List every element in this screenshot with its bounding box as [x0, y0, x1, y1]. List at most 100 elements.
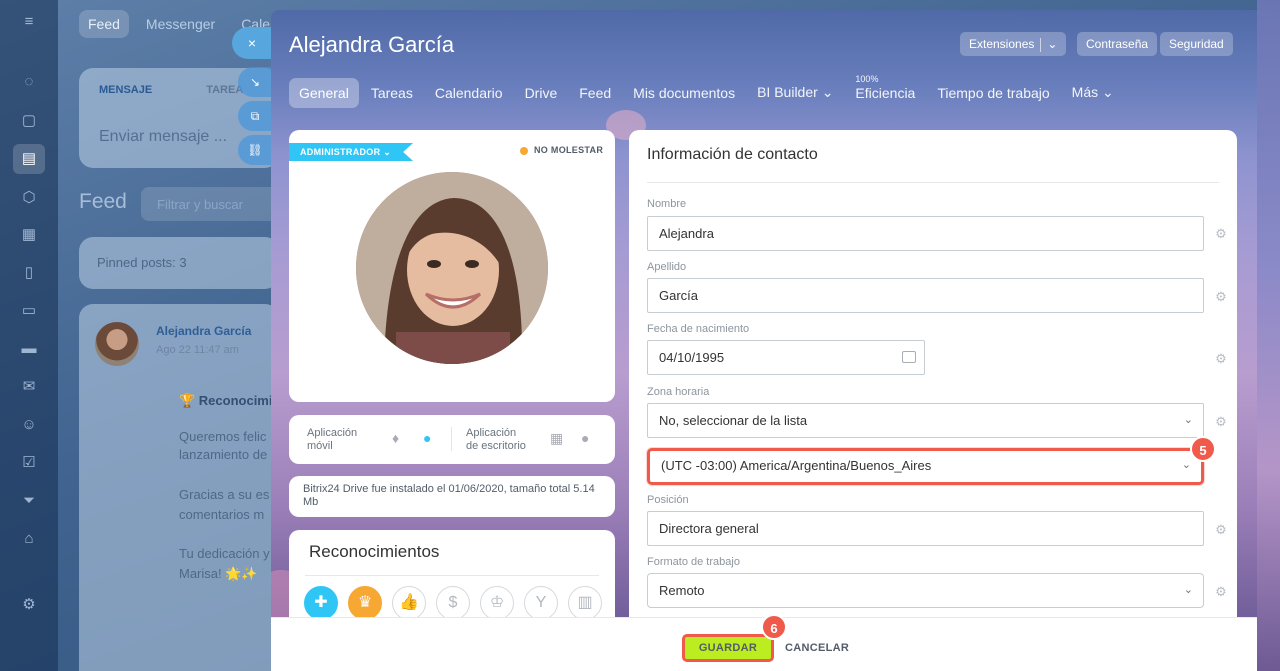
gear-icon[interactable]: ⚙ [1214, 352, 1228, 366]
work-format-select[interactable]: Remoto ⌄ [647, 573, 1204, 608]
timezone-value: (UTC -03:00) America/Argentina/Buenos_Ai… [661, 458, 932, 473]
calendar-icon[interactable]: ▦ [18, 224, 40, 246]
tab-general[interactable]: General [289, 77, 359, 108]
post-line: Marisa! 🌟✨ [179, 566, 258, 581]
close-slider-button[interactable]: × [232, 27, 272, 59]
birthday-field[interactable]: 04/10/1995 [647, 340, 925, 375]
hexagon-icon[interactable]: ⬡ [18, 187, 40, 209]
app-store-icon[interactable]: ● [423, 430, 431, 446]
gear-icon[interactable]: ⚙ [1214, 585, 1228, 599]
password-button[interactable]: Contraseña [1077, 32, 1158, 56]
background-decor [1257, 0, 1280, 671]
menu-icon[interactable]: ≡ [18, 11, 40, 33]
tasks-icon[interactable]: ☑ [18, 452, 40, 474]
feed-title: Feed [79, 190, 127, 213]
avatar[interactable] [356, 172, 548, 364]
thumbs-up-icon[interactable]: 👍 [392, 586, 426, 620]
page-title: Alejandra García [289, 32, 455, 57]
pinned-posts[interactable]: Pinned posts: 3 [79, 237, 279, 289]
chevron-down-icon: ⌄ [1102, 84, 1114, 100]
chat-icon[interactable]: ◌ [18, 71, 40, 93]
settings-icon[interactable]: ⚙ [18, 594, 40, 616]
chevron-down-icon: ⌄ [1181, 459, 1191, 471]
filter-icon[interactable]: ⏷ [18, 490, 40, 512]
divider [451, 427, 452, 451]
first-name-field[interactable]: Alejandra [647, 216, 1204, 251]
tab-message[interactable]: MENSAJE [99, 84, 152, 96]
left-rail: ≡ ◌ ▢ ▤ ⬡ ▦ ▯ ▭ ▬ ✉ ☺ ☑ ⏷ ⌂ ⚙ [0, 0, 58, 671]
mail-icon[interactable]: ✉ [18, 376, 40, 398]
post-author[interactable]: Alejandra García [156, 324, 251, 338]
tab-more[interactable]: Más ⌄ [1062, 77, 1124, 108]
android-icon[interactable]: ♦ [392, 430, 399, 446]
role-badge[interactable]: ADMINISTRADOR ⌄ [289, 143, 414, 161]
document-icon[interactable]: ▯ [18, 262, 40, 284]
cocktail-icon[interactable]: Y [524, 586, 558, 620]
gear-icon[interactable]: ⚙ [1214, 415, 1228, 429]
tab-tasks[interactable]: Tareas [361, 78, 423, 108]
gift-icon[interactable]: ✚ [304, 586, 338, 620]
collapse-icon[interactable]: ↘ [238, 67, 272, 97]
gear-icon[interactable]: ⚙ [1214, 227, 1228, 241]
work-format-value: Remoto [659, 583, 705, 598]
profile-card: ADMINISTRADOR ⌄ NO MOLESTAR [289, 130, 615, 402]
contacts-icon[interactable]: ☺ [18, 414, 40, 436]
post-line: lanzamiento de [179, 447, 268, 462]
post-line: comentarios m [179, 507, 265, 522]
apple-icon[interactable]: ● [581, 430, 589, 446]
security-button[interactable]: Seguridad [1160, 32, 1233, 56]
timezone-select[interactable]: (UTC -03:00) America/Argentina/Buenos_Ai… [647, 448, 1204, 485]
copy-link-icon[interactable]: ⛓ [238, 135, 272, 165]
money-icon[interactable]: $ [436, 586, 470, 620]
gear-icon[interactable]: ⚙ [1214, 290, 1228, 304]
timezone-mode-select[interactable]: No, seleccionar de la lista ⌄ [647, 403, 1204, 438]
chevron-down-icon: ⌄ [1047, 37, 1058, 51]
tab-drive[interactable]: Drive [515, 78, 568, 108]
message-input[interactable]: Enviar mensaje ... [99, 128, 227, 146]
tab-messenger[interactable]: Messenger [137, 10, 224, 38]
feed-filter-input[interactable]: Filtrar y buscar [141, 187, 291, 221]
post-avatar[interactable] [95, 322, 139, 366]
user-profile-slider: Alejandra García Extensiones ⌄ Contraseña… [271, 10, 1257, 671]
extensions-button[interactable]: Extensiones ⌄ [960, 32, 1067, 56]
tab-my-documents[interactable]: Mis documentos [623, 78, 745, 108]
timezone-label: Zona horaria [647, 386, 710, 398]
drive-icon[interactable]: ▬ [18, 338, 40, 360]
desktop-app-label-1: Aplicación [466, 427, 517, 439]
gear-icon[interactable]: ⚙ [1214, 523, 1228, 537]
trophy-icon[interactable]: ♛ [348, 586, 382, 620]
birthday-value: 04/10/1995 [659, 350, 725, 365]
feed-icon[interactable]: ▤ [13, 144, 45, 174]
position-field[interactable]: Directora general [647, 511, 1204, 546]
contact-info-title: Información de contacto [647, 146, 818, 163]
open-new-window-icon[interactable]: ⧉ [238, 101, 272, 131]
chevron-down-icon: ⌄ [821, 84, 834, 100]
tab-bi-builder[interactable]: BI Builder ⌄ [747, 77, 843, 108]
tab-work-time[interactable]: Tiempo de trabajo [927, 78, 1059, 108]
board-icon[interactable]: ▭ [18, 300, 40, 322]
windows-icon[interactable]: ▦ [550, 430, 563, 447]
profile-tabs: General Tareas Calendario Drive Feed Mis… [289, 74, 1126, 108]
drive-info-text: Bitrix24 Drive fue instalado el 01/06/20… [303, 483, 595, 508]
chevron-down-icon: ⌄ [1183, 414, 1193, 426]
status-label[interactable]: NO MOLESTAR [534, 145, 603, 155]
tab-feed[interactable]: Feed [569, 78, 621, 108]
apps-card: Aplicación móvil ♦ ● Aplicación de escri… [289, 415, 615, 464]
tab-calendar[interactable]: Calendario [425, 78, 513, 108]
tab-more-label: Más [1071, 84, 1099, 100]
tab-feed[interactable]: Feed [79, 10, 129, 38]
robot-icon[interactable]: ⌂ [18, 528, 40, 550]
mobile-app-label: Aplicación móvil [307, 427, 357, 453]
post-date: Ago 22 11:47 am [156, 344, 239, 356]
cake-icon[interactable]: ▥ [568, 586, 602, 620]
save-button[interactable]: GUARDAR [682, 634, 774, 662]
cancel-button[interactable]: CANCELAR [785, 642, 849, 654]
tab-efficiency[interactable]: 100% Eficiencia [845, 74, 925, 108]
calendar-icon[interactable] [902, 351, 916, 363]
messages-icon[interactable]: ▢ [18, 110, 40, 132]
tab-efficiency-label: Eficiencia [855, 84, 916, 101]
last-name-field[interactable]: García [647, 278, 1204, 313]
birthday-label: Fecha de nacimiento [647, 323, 750, 335]
mobile-app-label-1: Aplicación [307, 427, 358, 439]
crown-icon[interactable]: ♔ [480, 586, 514, 620]
